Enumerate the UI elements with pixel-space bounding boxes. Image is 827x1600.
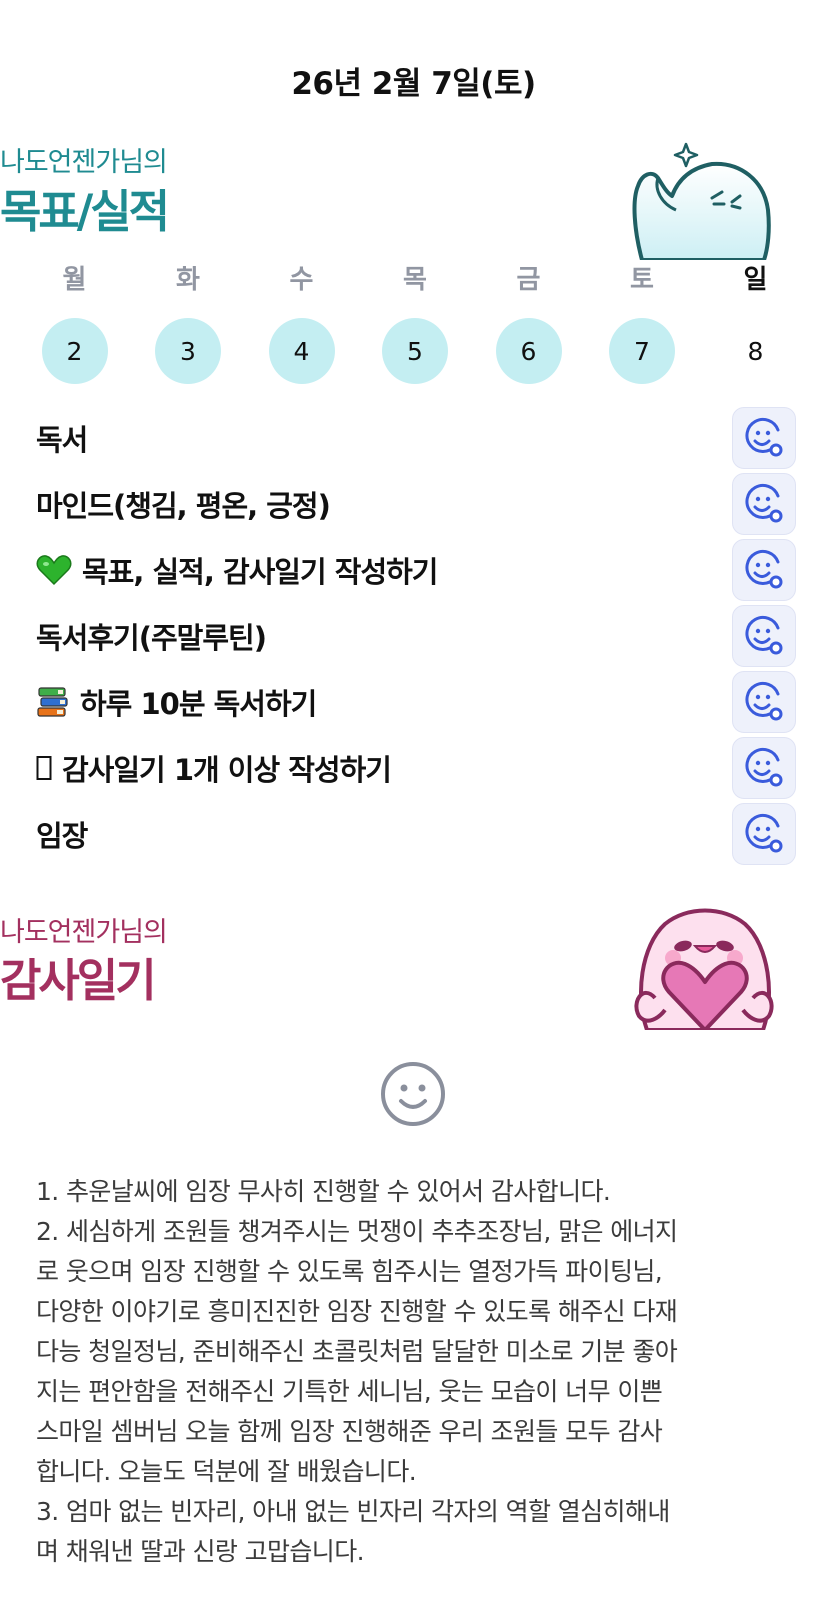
goal-row: 목표, 실적, 감사일기 작성하기 xyxy=(0,537,827,603)
day-of-week-label: 토 xyxy=(630,265,654,295)
add-reaction-button[interactable] xyxy=(732,539,796,601)
goals-section-title: 목표/실적 xyxy=(0,185,170,238)
goal-label: 하루 10분 독서하기 xyxy=(80,687,317,721)
goal-label: 목표, 실적, 감사일기 작성하기 xyxy=(82,555,438,589)
day-of-week-label: 일 xyxy=(743,265,768,295)
goal-label: 독서후기(주말루틴) xyxy=(36,621,267,655)
date-circle[interactable]: 8 xyxy=(723,318,789,384)
day-column[interactable]: 목5 xyxy=(359,262,472,384)
day-of-week-label: 금 xyxy=(516,265,541,295)
date-circle-completed[interactable]: 6 xyxy=(495,318,562,384)
journal-line: 합니다. 오늘도 덕분에 잘 배웠습니다. xyxy=(36,1457,417,1486)
journal-line: 2. 세심하게 조원들 챙겨주시는 멋쟁이 추추조장님, 맑은 에너지 xyxy=(36,1217,678,1246)
goal-label: 마인드(챙김, 평온, 긍정) xyxy=(36,489,331,523)
date-circle-completed[interactable]: 4 xyxy=(268,318,335,384)
day-column[interactable]: 수4 xyxy=(245,262,358,384)
day-of-week-label: 목 xyxy=(403,265,427,295)
day-of-week-label: 수 xyxy=(289,265,314,295)
journal-line: 다능 청일정님, 준비해주신 초콜릿처럼 달달한 미소로 기분 좋아 xyxy=(36,1337,678,1366)
journal-line: 지는 편안함을 전해주신 기특한 세니님, 웃는 모습이 너무 이쁜 xyxy=(36,1377,663,1406)
smiley-face-icon[interactable] xyxy=(379,1060,447,1128)
add-reaction-button[interactable] xyxy=(732,407,796,469)
goal-item: 하루 10분 독서하기 xyxy=(36,681,317,723)
page-date: 26년 2월 7일(토) xyxy=(291,66,536,102)
goal-row: 독서 xyxy=(0,405,827,471)
add-reaction-button[interactable] xyxy=(732,473,796,535)
missing-glyph-icon xyxy=(36,755,52,781)
add-reaction-button[interactable] xyxy=(732,803,796,865)
ghost-mascot-icon xyxy=(632,142,771,260)
add-reaction-icon xyxy=(742,812,786,856)
books-icon xyxy=(36,685,70,719)
date-circle-completed[interactable]: 3 xyxy=(155,318,221,384)
goal-list: 독서마인드(챙김, 평온, 긍정) 목표, 실적, 감사일기 작성하기독서후기(주… xyxy=(0,405,827,867)
journal-line: 며 채워낸 딸과 신랑 고맙습니다. xyxy=(36,1537,365,1566)
heart-mascot-icon xyxy=(634,908,774,1030)
day-column[interactable]: 월2 xyxy=(18,262,131,384)
add-reaction-icon xyxy=(742,548,786,592)
goals-section-owner: 나도언젠가님의 xyxy=(0,147,168,178)
add-reaction-icon xyxy=(742,746,786,790)
day-column[interactable]: 금6 xyxy=(472,262,585,384)
goal-label: 임장 xyxy=(36,819,88,853)
goal-row: 감사일기 1개 이상 작성하기 xyxy=(0,735,827,801)
week-calendar: 월2화3수4목5금6토7일8 xyxy=(18,262,812,384)
goal-item: 독서후기(주말루틴) xyxy=(36,615,267,657)
journal-line: 3. 엄마 없는 빈자리, 아내 없는 빈자리 각자의 역할 열심히해내 xyxy=(36,1497,670,1526)
goal-row: 마인드(챙김, 평온, 긍정) xyxy=(0,471,827,537)
goal-row: 임장 xyxy=(0,801,827,867)
date-circle-completed[interactable]: 5 xyxy=(382,318,448,384)
add-reaction-button[interactable] xyxy=(732,605,796,667)
goal-item: 목표, 실적, 감사일기 작성하기 xyxy=(36,549,438,591)
add-reaction-icon xyxy=(742,680,786,724)
goal-item: 독서 xyxy=(36,417,88,459)
journal-line: 스마일 셈버님 오늘 함께 임장 진행해준 우리 조원들 모두 감사 xyxy=(36,1417,663,1446)
goal-label: 감사일기 1개 이상 작성하기 xyxy=(62,753,392,787)
goal-item: 마인드(챙김, 평온, 긍정) xyxy=(36,483,331,525)
goal-item: 임장 xyxy=(36,813,88,855)
day-of-week-label: 월 xyxy=(62,265,87,295)
add-reaction-button[interactable] xyxy=(732,671,796,733)
add-reaction-icon xyxy=(742,614,786,658)
goal-row: 독서후기(주말루틴) xyxy=(0,603,827,669)
green-heart-icon xyxy=(36,554,72,586)
date-circle-completed[interactable]: 2 xyxy=(41,318,108,384)
gratitude-journal-text: 1. 추운날씨에 임장 무사히 진행할 수 있어서 감사합니다. 2. 세심하게 … xyxy=(36,1172,806,1572)
day-column[interactable]: 일8 xyxy=(699,262,812,384)
day-of-week-label: 화 xyxy=(176,265,200,295)
add-reaction-icon xyxy=(742,416,786,460)
gratitude-section-title: 감사일기 xyxy=(0,954,157,1007)
goal-item: 감사일기 1개 이상 작성하기 xyxy=(36,747,392,789)
day-column[interactable]: 토7 xyxy=(586,262,699,384)
goal-label: 독서 xyxy=(36,423,88,457)
add-reaction-icon xyxy=(742,482,786,526)
add-reaction-button[interactable] xyxy=(732,737,796,799)
date-circle-completed[interactable]: 7 xyxy=(609,318,675,384)
journal-line: 로 웃으며 임장 진행할 수 있도록 힘주시는 열정가득 파이팅님, xyxy=(36,1257,663,1286)
journal-line: 다양한 이야기로 흥미진진한 임장 진행할 수 있도록 해주신 다재 xyxy=(36,1297,678,1326)
day-column[interactable]: 화3 xyxy=(132,262,245,384)
goal-row: 하루 10분 독서하기 xyxy=(0,669,827,735)
journal-line: 1. 추운날씨에 임장 무사히 진행할 수 있어서 감사합니다. xyxy=(36,1177,611,1206)
